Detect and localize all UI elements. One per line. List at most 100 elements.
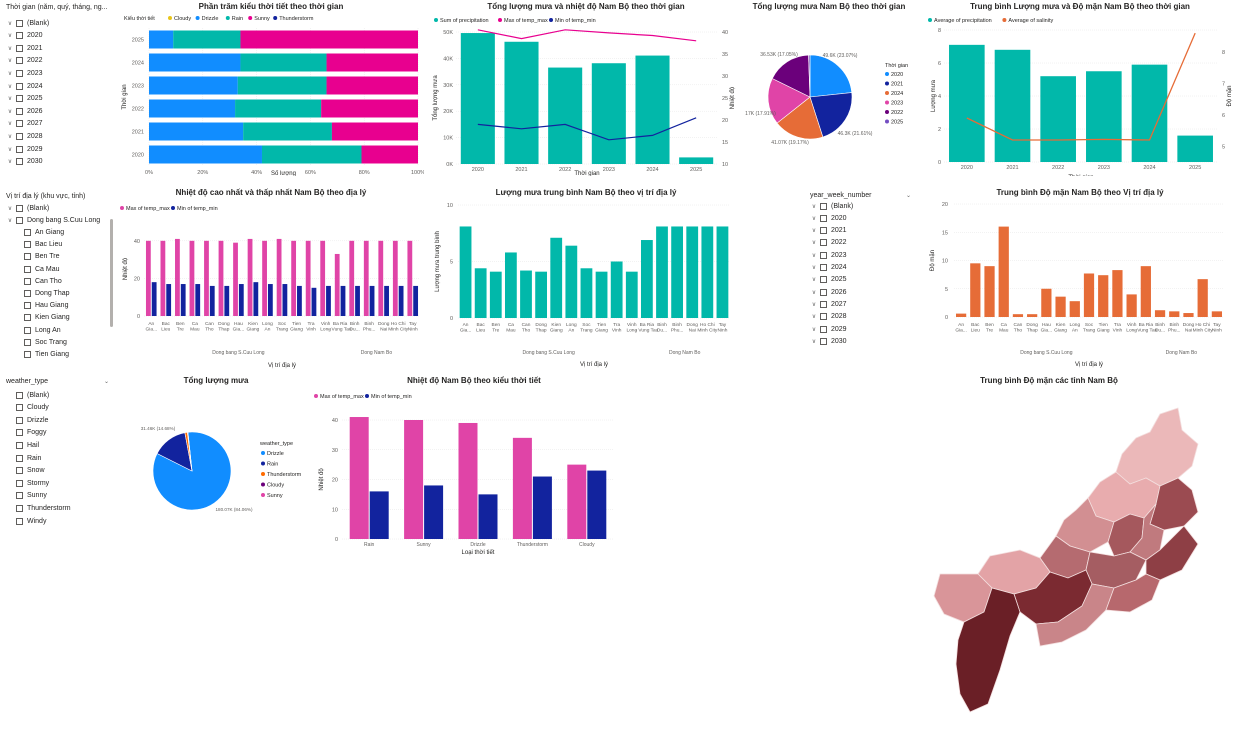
checkbox[interactable] xyxy=(820,264,827,271)
slicer-item[interactable]: Stormy xyxy=(6,477,49,489)
checkbox[interactable] xyxy=(16,504,23,512)
chevron-down-icon[interactable]: ⌄ xyxy=(104,378,109,385)
slicer-item[interactable]: Kien Giang xyxy=(22,312,70,324)
chevron-down-icon[interactable]: ∨ xyxy=(6,70,14,77)
slicer-item[interactable]: Tien Giang xyxy=(22,348,69,360)
chevron-down-icon[interactable]: ∨ xyxy=(6,95,14,102)
salinity-map-chart[interactable]: Trung bình Độ mặn các tỉnh Nam Bộ xyxy=(860,374,1238,738)
chevron-down-icon[interactable]: ∨ xyxy=(810,338,818,345)
checkbox[interactable] xyxy=(24,338,31,346)
checkbox[interactable] xyxy=(16,57,23,65)
checkbox[interactable] xyxy=(820,313,827,321)
slicer-item[interactable]: ∨ 2026 xyxy=(810,286,847,298)
slicer-item[interactable]: Rain xyxy=(6,452,41,464)
chevron-down-icon[interactable]: ∨ xyxy=(6,32,14,39)
slicer-item[interactable]: ∨ 2023 xyxy=(6,67,43,79)
slicer-item[interactable]: Drizzle xyxy=(6,414,48,426)
checkbox[interactable] xyxy=(24,265,31,273)
checkbox[interactable] xyxy=(24,241,31,249)
slicer-item[interactable]: Ca Mau xyxy=(22,263,60,275)
checkbox[interactable] xyxy=(16,95,23,103)
slicer-item[interactable]: ∨ 2020 xyxy=(6,30,43,42)
checkbox[interactable] xyxy=(820,227,827,235)
checkbox[interactable] xyxy=(820,251,827,259)
slicer-item[interactable]: An Giang xyxy=(22,226,64,238)
checkbox[interactable] xyxy=(24,314,31,322)
slicer-item[interactable]: ∨ 2026 xyxy=(6,105,43,117)
slicer-item[interactable]: Dong Thap xyxy=(22,287,70,299)
chevron-down-icon[interactable]: ∨ xyxy=(810,239,818,246)
slicer-item[interactable]: Snow xyxy=(6,465,45,477)
checkbox[interactable] xyxy=(16,216,23,224)
checkbox[interactable] xyxy=(16,391,23,399)
chevron-down-icon[interactable]: ∨ xyxy=(810,203,818,210)
slicer-item[interactable]: ∨ 2027 xyxy=(6,118,43,130)
slicer-item[interactable]: ∨ 2028 xyxy=(6,130,43,142)
map-region[interactable] xyxy=(1115,407,1199,487)
chevron-down-icon[interactable]: ∨ xyxy=(810,301,818,308)
chevron-down-icon[interactable]: ∨ xyxy=(6,146,14,153)
chevron-down-icon[interactable]: ∨ xyxy=(6,83,14,90)
checkbox[interactable] xyxy=(16,19,23,27)
checkbox[interactable] xyxy=(820,337,827,345)
checkbox[interactable] xyxy=(16,404,23,412)
slicer-item[interactable]: ∨ 2029 xyxy=(6,143,43,155)
checkbox[interactable] xyxy=(24,228,31,236)
slicer-item[interactable]: ∨ Dong bang S.Cuu Long xyxy=(6,214,100,226)
slicer-item[interactable]: ∨ 2021 xyxy=(6,42,43,54)
checkbox[interactable] xyxy=(24,277,31,285)
slicer-item[interactable]: ∨ (Blank) xyxy=(6,202,49,214)
weather-percent-chart[interactable]: Phần trăm kiểu thời tiết theo thời gian … xyxy=(118,0,424,176)
checkbox[interactable] xyxy=(16,120,23,128)
slicer-item[interactable]: Cloudy xyxy=(6,402,49,414)
slicer-item[interactable]: Soc Trang xyxy=(22,336,67,348)
slicer-item[interactable]: Sunny xyxy=(6,490,47,502)
checkbox[interactable] xyxy=(24,253,31,261)
slicer-item[interactable]: ∨ 2027 xyxy=(810,298,847,310)
chevron-down-icon[interactable]: ∨ xyxy=(810,252,818,259)
checkbox[interactable] xyxy=(16,132,23,140)
slicer-item[interactable]: ∨ 2030 xyxy=(810,335,847,347)
checkbox[interactable] xyxy=(820,214,827,222)
slicer-item[interactable]: Hau Giang xyxy=(22,300,68,312)
slicer-item[interactable]: ∨ (Blank) xyxy=(6,17,49,29)
chevron-down-icon[interactable]: ∨ xyxy=(6,120,14,127)
chevron-down-icon[interactable]: ∨ xyxy=(6,45,14,52)
chevron-down-icon[interactable]: ∨ xyxy=(6,217,14,224)
chevron-down-icon[interactable]: ∨ xyxy=(6,57,14,64)
chevron-down-icon[interactable]: ∨ xyxy=(6,158,14,165)
checkbox[interactable] xyxy=(16,454,23,462)
chevron-down-icon[interactable]: ∨ xyxy=(810,313,818,320)
checkbox[interactable] xyxy=(16,429,23,437)
slicer-item[interactable]: Ben Tre xyxy=(22,251,60,263)
slicer-item[interactable]: ∨ 2030 xyxy=(6,156,43,168)
precip-pie-chart[interactable]: Tổng lượng mưa Nam Bộ theo thời gian 49.… xyxy=(745,0,913,176)
checkbox[interactable] xyxy=(820,202,827,210)
slicer-item[interactable]: ∨ 2025 xyxy=(6,93,43,105)
slicer-item[interactable]: Can Tho xyxy=(22,275,62,287)
checkbox[interactable] xyxy=(24,302,31,310)
weather-precip-pie-chart[interactable]: Tổng lượng mưa 31.46K (14.68%) 180.07K (8… xyxy=(118,374,314,534)
slicer-item[interactable]: ∨ 2022 xyxy=(810,237,847,249)
checkbox[interactable] xyxy=(820,325,827,333)
slicer-item[interactable]: Windy xyxy=(6,515,46,527)
chevron-down-icon[interactable]: ∨ xyxy=(810,289,818,296)
slicer-item[interactable]: ∨ 2023 xyxy=(810,249,847,261)
checkbox[interactable] xyxy=(820,239,827,247)
chevron-down-icon[interactable]: ∨ xyxy=(810,264,818,271)
slicer-item[interactable]: ∨ 2025 xyxy=(810,274,847,286)
chevron-down-icon[interactable]: ∨ xyxy=(6,133,14,140)
checkbox[interactable] xyxy=(16,69,23,77)
checkbox[interactable] xyxy=(24,350,31,358)
slicer-item[interactable]: Long An xyxy=(22,324,61,336)
chevron-down-icon[interactable]: ∨ xyxy=(810,326,818,333)
checkbox[interactable] xyxy=(16,492,23,500)
checkbox[interactable] xyxy=(16,44,23,52)
checkbox[interactable] xyxy=(820,288,827,296)
temp-location-chart[interactable]: Nhiệt độ cao nhất và thấp nhất Nam Bộ th… xyxy=(118,186,424,372)
checkbox[interactable] xyxy=(16,32,23,40)
slicer-item[interactable]: Thunderstorm xyxy=(6,502,71,514)
slicer-item[interactable]: ∨ 2029 xyxy=(810,323,847,335)
precip-location-chart[interactable]: Lượng mưa trung bình Nam Bộ theo vị trí … xyxy=(428,186,744,372)
checkbox[interactable] xyxy=(820,300,827,308)
